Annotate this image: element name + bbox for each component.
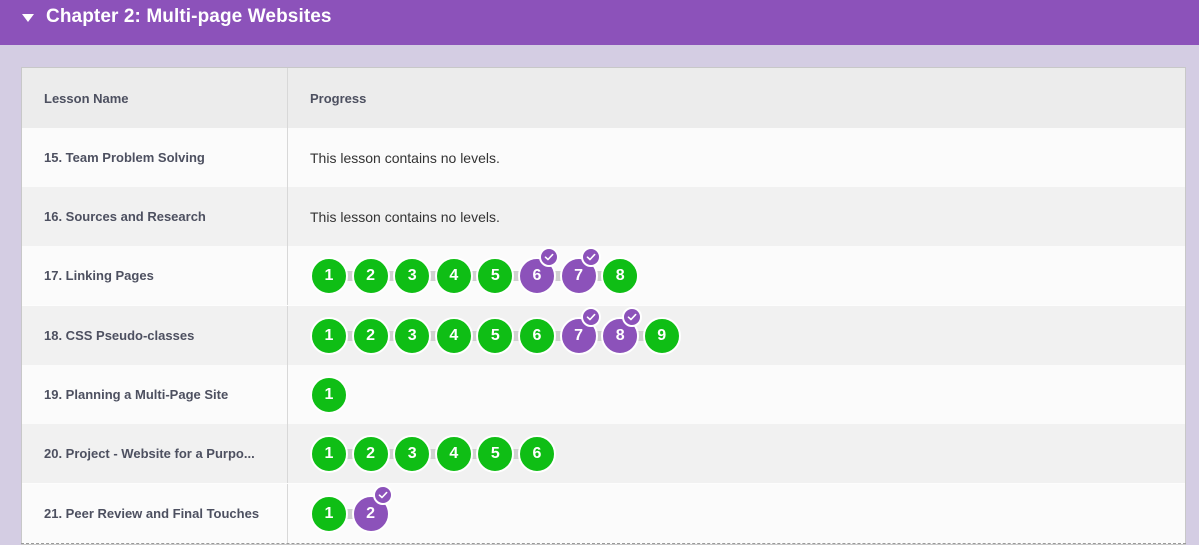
chapter-title: Chapter 2: Multi-page Websites xyxy=(46,5,332,27)
lesson-table: Lesson Name Progress 15. Team Problem So… xyxy=(21,67,1186,545)
level-bubble[interactable]: 8 xyxy=(601,256,640,295)
checkmark-icon xyxy=(372,484,393,505)
no-levels-text: This lesson contains no levels. xyxy=(310,208,500,225)
level-bubble[interactable]: 6 xyxy=(517,434,556,473)
no-levels-text: This lesson contains no levels. xyxy=(310,149,500,166)
table-row: 19. Planning a Multi-Page Site 1 xyxy=(22,365,1185,424)
level-bubble[interactable]: 7 xyxy=(559,246,601,295)
lesson-name[interactable]: 15. Team Problem Solving xyxy=(22,128,288,187)
level-bubble[interactable]: 5 xyxy=(476,434,515,473)
checkmark-icon xyxy=(580,306,601,327)
level-bubble[interactable]: 6 xyxy=(517,316,556,355)
level-bubble[interactable]: 5 xyxy=(476,316,515,355)
table-row: 16. Sources and Research This lesson cont… xyxy=(22,187,1185,246)
level-bubble[interactable]: 3 xyxy=(393,256,432,295)
level-bubble[interactable]: 2 xyxy=(351,484,393,533)
level-bubble[interactable]: 1 xyxy=(310,494,348,533)
lesson-progress: This lesson contains no levels. xyxy=(288,128,1185,187)
lesson-name[interactable]: 21. Peer Review and Final Touches xyxy=(22,484,288,543)
checkmark-icon xyxy=(538,246,559,267)
level-bubble[interactable]: 9 xyxy=(642,316,681,355)
level-bubble[interactable]: 4 xyxy=(434,316,473,355)
lesson-name[interactable]: 18. CSS Pseudo-classes xyxy=(22,306,288,365)
lesson-name[interactable]: 16. Sources and Research xyxy=(22,187,288,246)
level-bubbles: 123456789 xyxy=(310,306,684,355)
lesson-progress: 12345678 xyxy=(288,246,1185,305)
table-row: 17. Linking Pages 1 2 3 4 5 6 7 8 xyxy=(22,246,1185,305)
level-bubble[interactable]: 2 xyxy=(351,434,390,473)
lesson-name[interactable]: 20. Project - Website for a Purpo... xyxy=(22,424,288,483)
level-bubble[interactable]: 1 xyxy=(310,316,348,355)
level-bubbles: 1 xyxy=(310,375,352,414)
level-bubble[interactable]: 8 xyxy=(601,306,643,355)
level-bubble[interactable]: 3 xyxy=(393,434,432,473)
level-bubble[interactable]: 2 xyxy=(351,256,390,295)
lesson-progress: This lesson contains no levels. xyxy=(288,187,1185,246)
table-row: 20. Project - Website for a Purpo... 1 2 3 4… xyxy=(22,424,1185,483)
column-header-progress: Progress xyxy=(310,90,367,106)
table-row: 18. CSS Pseudo-classes 1 2 3 4 5 6 7 8 9 xyxy=(22,306,1185,365)
caret-down-icon[interactable] xyxy=(22,13,34,22)
level-bubble[interactable]: 6 xyxy=(517,246,559,295)
level-bubble[interactable]: 7 xyxy=(559,306,601,355)
level-bubble[interactable]: 2 xyxy=(351,316,390,355)
checkmark-icon xyxy=(580,246,601,267)
lesson-progress: 12 xyxy=(288,484,1185,543)
checkmark-icon xyxy=(622,306,643,327)
level-bubble[interactable]: 1 xyxy=(310,256,348,295)
lesson-progress: 123456789 xyxy=(288,306,1185,365)
level-bubbles: 12 xyxy=(310,484,393,533)
level-bubble[interactable]: 3 xyxy=(393,316,432,355)
lesson-progress: 123456 xyxy=(288,424,1185,483)
lesson-name[interactable]: 19. Planning a Multi-Page Site xyxy=(22,365,288,424)
level-bubble[interactable]: 1 xyxy=(310,375,348,414)
level-bubble[interactable]: 5 xyxy=(476,256,515,295)
lesson-progress: 1 xyxy=(288,365,1185,424)
level-bubbles: 12345678 xyxy=(310,246,643,295)
table-header-row: Lesson Name Progress xyxy=(22,68,1185,128)
lesson-name[interactable]: 17. Linking Pages xyxy=(22,246,288,305)
column-header-lesson-name: Lesson Name xyxy=(22,68,288,128)
level-bubble[interactable]: 4 xyxy=(434,434,473,473)
level-bubble[interactable]: 1 xyxy=(310,434,348,473)
table-row: 15. Team Problem Solving This lesson cont… xyxy=(22,128,1185,187)
chapter-header[interactable]: Chapter 2: Multi-page Websites xyxy=(0,0,1199,45)
level-bubble[interactable]: 4 xyxy=(434,256,473,295)
level-bubbles: 123456 xyxy=(310,434,560,473)
table-row: 21. Peer Review and Final Touches 1 2 xyxy=(22,484,1185,543)
